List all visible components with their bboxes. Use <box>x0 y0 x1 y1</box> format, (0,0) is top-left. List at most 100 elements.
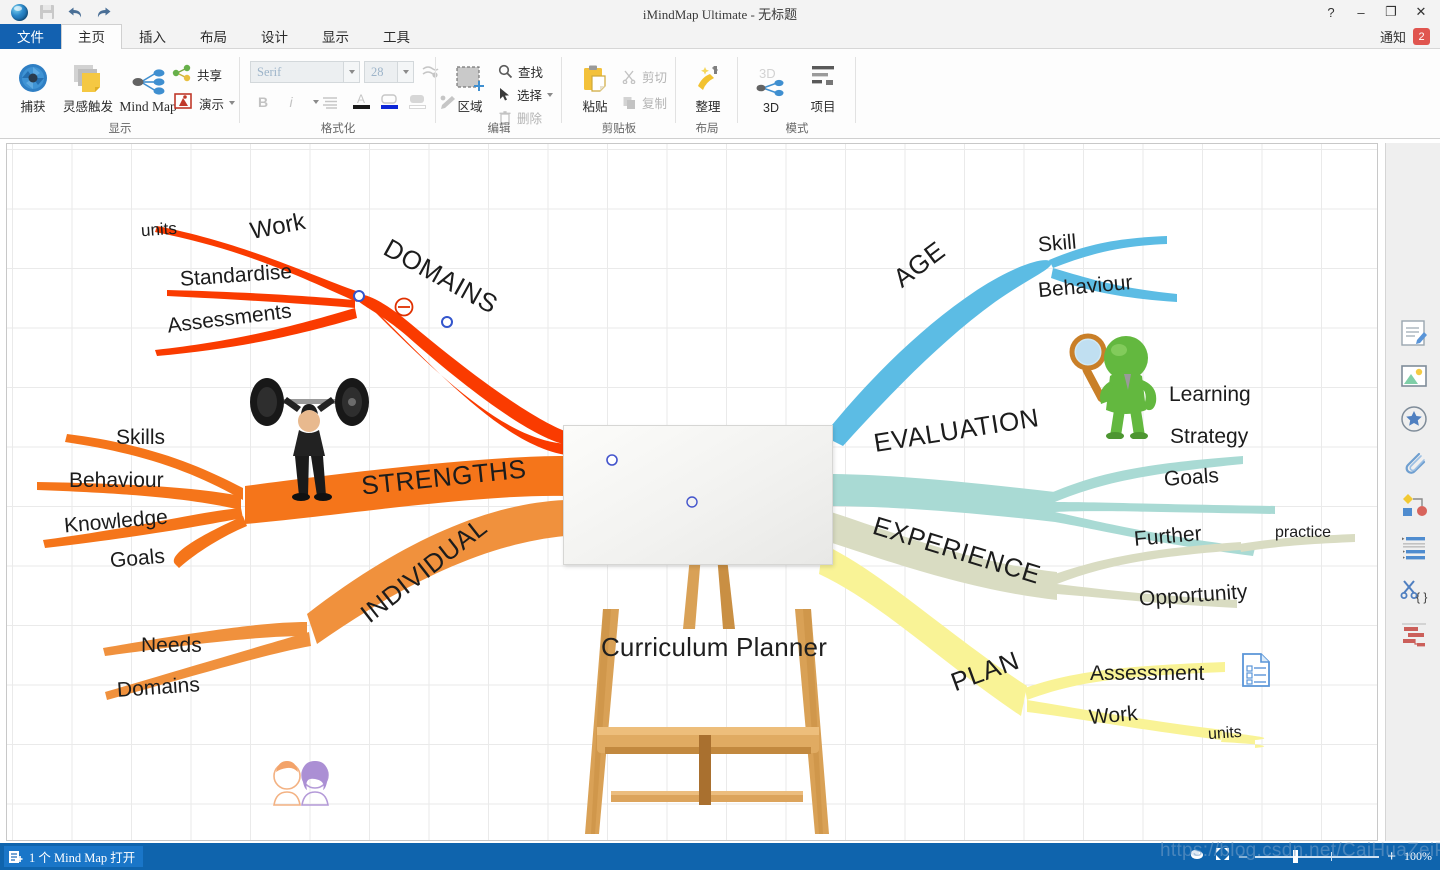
cursor-icon <box>500 88 509 101</box>
zoom-out-button[interactable]: – <box>1239 849 1247 864</box>
font-size-select[interactable]: 28 <box>364 61 414 83</box>
bold-button[interactable]: B <box>252 91 274 113</box>
two-people-icon[interactable] <box>268 759 334 811</box>
select-chevron-down-icon[interactable] <box>547 92 554 97</box>
open-maps-button[interactable]: 1 个 Mind Map 打开 <box>4 846 144 867</box>
maximize-button[interactable]: ❐ <box>1376 1 1406 23</box>
font-family-chevron-down-icon[interactable] <box>343 62 359 82</box>
fullscreen-icon[interactable] <box>1214 846 1231 867</box>
zoom-slider[interactable] <box>1255 849 1380 863</box>
minimize-button[interactable]: – <box>1346 1 1376 23</box>
copy-icon <box>623 96 635 109</box>
sidebar-item-outline[interactable] <box>1396 530 1432 566</box>
right-sidebar: { } <box>1385 143 1440 841</box>
threed-label: 3D <box>763 101 779 115</box>
font-family-value: Serif <box>257 64 282 79</box>
tab-view[interactable]: 显示 <box>305 24 366 49</box>
group-title-mode: 模式 <box>785 123 809 135</box>
node-label-goals-evaluation[interactable]: Goals <box>1163 464 1219 492</box>
node-label-assessment-plan[interactable]: Assessment <box>1090 662 1204 686</box>
sidebar-item-icons[interactable] <box>1396 401 1432 437</box>
help-button[interactable]: ? <box>1316 1 1346 23</box>
tab-design[interactable]: 设计 <box>244 24 305 49</box>
threed-button[interactable]: 3D 3D <box>746 57 796 115</box>
tab-tools[interactable]: 工具 <box>366 24 427 49</box>
sidebar-item-gantt[interactable] <box>1396 616 1432 652</box>
brainstorm-button[interactable]: 灵感触发 <box>60 57 116 115</box>
node-handle-central[interactable] <box>604 452 620 468</box>
region-button[interactable]: 区域 <box>446 61 494 115</box>
font-size-chevron-down-icon[interactable] <box>397 62 413 82</box>
magnifier-man-icon[interactable] <box>1062 324 1167 439</box>
sidebar-item-attachment[interactable] <box>1396 444 1432 480</box>
node-label-behaviour-strengths[interactable]: Behaviour <box>69 469 164 493</box>
node-label-work-plan[interactable]: Work <box>1088 702 1139 730</box>
checklist-doc-icon[interactable] <box>1239 652 1273 688</box>
sidebar-item-image[interactable] <box>1396 358 1432 394</box>
notification-badge: 2 <box>1413 28 1430 45</box>
cut-button[interactable]: 剪切 <box>622 65 676 87</box>
copy-button[interactable]: 复制 <box>622 91 676 113</box>
fill-color-button[interactable] <box>376 89 402 113</box>
node-handle-central-secondary[interactable] <box>684 494 700 510</box>
zoom-in-button[interactable]: + <box>1387 849 1396 864</box>
threed-icon: 3D <box>753 65 789 99</box>
node-label-goals-strengths[interactable]: Goals <box>109 545 166 574</box>
group-title-format: 格式化 <box>320 123 356 135</box>
icon-library-icon <box>1401 406 1427 432</box>
node-handle-domains[interactable] <box>441 316 453 328</box>
align-button[interactable] <box>308 91 342 113</box>
present-button[interactable]: 演示 <box>172 91 242 115</box>
sidebar-item-note[interactable] <box>1396 315 1432 351</box>
ribbon-group-layout: 整理 布局 <box>676 49 738 139</box>
paste-button[interactable]: 粘贴 <box>572 61 618 115</box>
select-button[interactable]: 选择 <box>498 84 564 105</box>
node-handle-domains-fork[interactable] <box>353 290 365 302</box>
node-label-skill-age[interactable]: Skill <box>1037 230 1077 257</box>
outline-color-button[interactable] <box>404 89 430 113</box>
window-controls: ? – ❐ ✕ <box>1316 0 1436 24</box>
share-icon <box>172 64 192 85</box>
sidebar-item-relationship[interactable] <box>1396 487 1432 523</box>
collapse-domains-button[interactable] <box>394 297 414 317</box>
italic-button[interactable]: i <box>280 91 302 113</box>
notification-area[interactable]: 通知 2 <box>1380 27 1430 46</box>
ribbon-group-mode: 3D 3D 项目 模式 <box>738 49 856 139</box>
project-button[interactable]: 项目 <box>798 57 848 115</box>
node-label-units-plan[interactable]: units <box>1207 724 1242 744</box>
capture-button[interactable]: 捕获 <box>8 57 58 115</box>
tidy-button[interactable]: 整理 <box>684 61 732 115</box>
mindmap-button[interactable]: Mind Map <box>118 57 178 115</box>
node-label-units-domains[interactable]: units <box>140 219 177 241</box>
tab-layout[interactable]: 布局 <box>183 24 244 49</box>
tidy-label: 整理 <box>695 100 721 114</box>
copy-label: 复制 <box>642 96 668 111</box>
scissors-icon <box>622 70 636 84</box>
chevron-down-icon[interactable] <box>229 101 236 105</box>
font-size-value: 28 <box>371 64 384 79</box>
text-color-button[interactable]: A <box>348 89 374 113</box>
attachment-icon <box>1405 452 1426 474</box>
group-title-display: 显示 <box>108 123 132 135</box>
sidebar-item-snippets[interactable]: { } <box>1396 573 1432 609</box>
fit-to-screen-icon[interactable] <box>1188 846 1206 867</box>
node-label-practice[interactable]: practice <box>1275 524 1331 542</box>
paste-label: 粘贴 <box>582 100 608 114</box>
node-label-strategy[interactable]: Strategy <box>1170 425 1248 449</box>
share-button[interactable]: 共享 <box>172 63 234 85</box>
zoom-thumb[interactable] <box>1293 849 1299 863</box>
find-button[interactable]: 查找 <box>498 61 558 82</box>
font-family-select[interactable]: Serif <box>250 61 360 83</box>
node-label-skills[interactable]: Skills <box>116 426 165 450</box>
close-button[interactable]: ✕ <box>1406 1 1436 23</box>
tab-home[interactable]: 主页 <box>61 24 122 49</box>
tab-file[interactable]: 文件 <box>0 24 61 49</box>
mindmap-canvas[interactable]: DOMAINS units Work Standardise Assessmen… <box>6 143 1378 841</box>
brainstorm-icon <box>71 62 105 94</box>
node-label-learning[interactable]: Learning <box>1169 383 1251 407</box>
weightlifter-icon[interactable] <box>239 366 379 501</box>
tab-insert[interactable]: 插入 <box>122 24 183 49</box>
zoom-tick-high <box>1331 852 1333 861</box>
node-label-needs[interactable]: Needs <box>141 634 202 658</box>
central-idea-text[interactable]: Curriculum Planner <box>579 632 849 663</box>
